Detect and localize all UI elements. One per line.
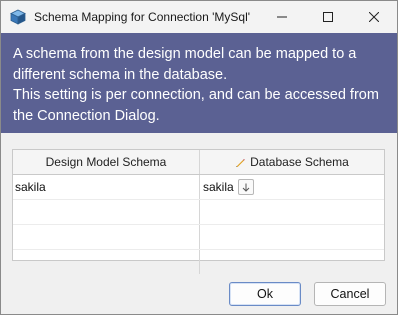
- schema-dropdown-button[interactable]: [237, 179, 254, 195]
- database-schema-cell[interactable]: [200, 225, 384, 249]
- minimize-button[interactable]: [259, 1, 305, 33]
- close-icon: [369, 12, 379, 22]
- schema-mapping-table[interactable]: Design Model Schema Database Schema saki…: [12, 149, 385, 274]
- design-schema-cell[interactable]: [13, 200, 200, 224]
- database-schema-cell[interactable]: [200, 250, 384, 274]
- ok-button[interactable]: Ok: [229, 282, 301, 306]
- maximize-button[interactable]: [305, 1, 351, 33]
- banner-text-2: This setting is per connection, and can …: [13, 87, 379, 124]
- banner-text-1: A schema from the design model can be ma…: [13, 46, 357, 83]
- maximize-icon: [323, 12, 333, 22]
- arrow-down-icon: [242, 183, 250, 192]
- design-schema-cell[interactable]: [13, 225, 200, 249]
- column-header-database-schema[interactable]: Database Schema: [200, 150, 384, 174]
- database-schema-cell[interactable]: sakila: [200, 175, 384, 199]
- title-bar[interactable]: Schema Mapping for Connection 'MySql': [1, 1, 397, 33]
- design-schema-cell[interactable]: [13, 250, 200, 274]
- column-header-design-model-schema[interactable]: Design Model Schema: [13, 150, 200, 174]
- database-schema-cell[interactable]: [200, 200, 384, 224]
- info-banner: A schema from the design model can be ma…: [1, 33, 397, 133]
- window-title: Schema Mapping for Connection 'MySql': [34, 10, 251, 24]
- pencil-icon: [236, 158, 245, 167]
- table-row[interactable]: sakila sakila: [13, 175, 384, 200]
- minimize-icon: [277, 16, 287, 18]
- table-row[interactable]: [13, 200, 384, 225]
- app-cube-icon: [10, 9, 26, 25]
- design-schema-cell[interactable]: sakila: [13, 175, 200, 199]
- table-row[interactable]: [13, 225, 384, 250]
- close-button[interactable]: [351, 1, 397, 33]
- cancel-button[interactable]: Cancel: [314, 282, 386, 306]
- table-row[interactable]: [13, 250, 384, 274]
- schema-mapping-dialog: Schema Mapping for Connection 'MySql' A: [0, 0, 398, 315]
- table-header: Design Model Schema Database Schema: [13, 150, 384, 175]
